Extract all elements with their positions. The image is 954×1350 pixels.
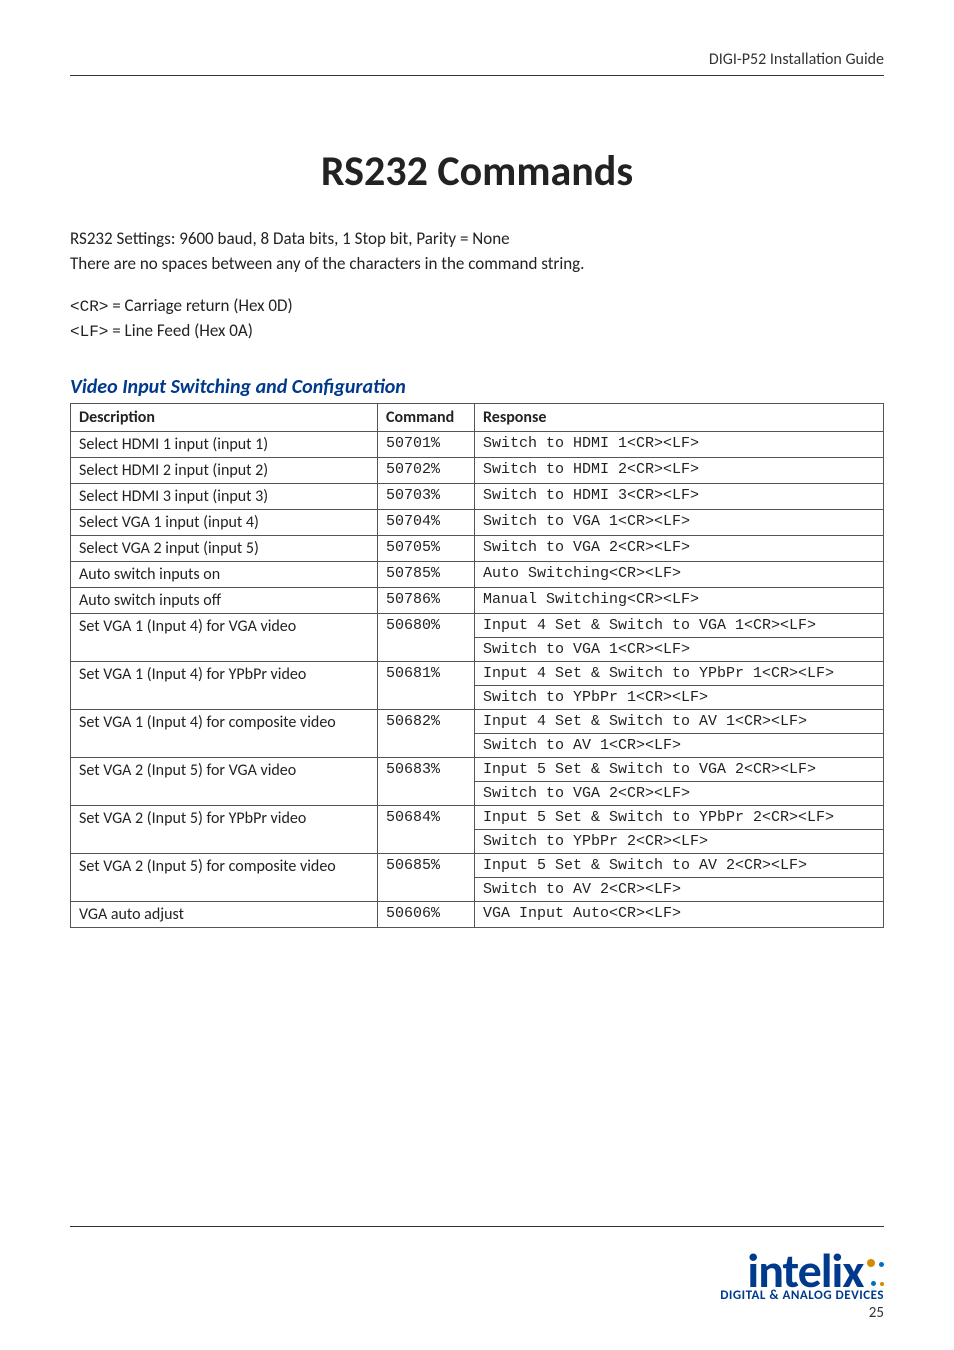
cell-command: 50704% — [378, 509, 475, 535]
footer-logo-block: intelix DIGITAL & ANALOG DEVICES 25 — [720, 1249, 884, 1322]
logo: intelix — [720, 1249, 884, 1292]
logo-subtitle: DIGITAL & ANALOG DEVICES — [720, 1288, 884, 1303]
cell-response: Switch to YPbPr 2<CR><LF> — [475, 829, 884, 853]
cell-response: Switch to HDMI 1<CR><LF> — [475, 431, 884, 457]
cell-response: Switch to YPbPr 1<CR><LF> — [475, 685, 884, 709]
table-row: Select HDMI 3 input (input 3)50703%Switc… — [71, 483, 884, 509]
cell-response: Input 5 Set & Switch to AV 2<CR><LF> — [475, 853, 884, 877]
cell-description: Select HDMI 3 input (input 3) — [71, 483, 378, 509]
cell-response: Input 5 Set & Switch to YPbPr 2<CR><LF> — [475, 805, 884, 829]
cell-description: Set VGA 1 (Input 4) for VGA video — [71, 613, 378, 661]
cell-description: Set VGA 1 (Input 4) for YPbPr video — [71, 661, 378, 709]
intro-block: RS232 Settings: 9600 baud, 8 Data bits, … — [70, 227, 884, 276]
table-row: Select VGA 2 input (input 5)50705%Switch… — [71, 535, 884, 561]
cell-command: 50684% — [378, 805, 475, 853]
table-row: Set VGA 1 (Input 4) for VGA video50680%I… — [71, 613, 884, 637]
table-header-row: Description Command Response — [71, 403, 884, 431]
cell-command: 50683% — [378, 757, 475, 805]
table-row: Set VGA 2 (Input 5) for composite video5… — [71, 853, 884, 877]
cell-response: Switch to HDMI 2<CR><LF> — [475, 457, 884, 483]
cell-command: 50681% — [378, 661, 475, 709]
intro-line-2: There are no spaces between any of the c… — [70, 252, 884, 277]
table-row: Select HDMI 2 input (input 2)50702%Switc… — [71, 457, 884, 483]
table-row: Set VGA 2 (Input 5) for VGA video50683%I… — [71, 757, 884, 781]
commands-table: Description Command Response Select HDMI… — [70, 403, 884, 928]
page-number: 25 — [720, 1304, 884, 1322]
cell-description: Set VGA 2 (Input 5) for composite video — [71, 853, 378, 901]
table-row: Select HDMI 1 input (input 1)50701%Switc… — [71, 431, 884, 457]
table-row: Set VGA 2 (Input 5) for YPbPr video50684… — [71, 805, 884, 829]
cell-response: Switch to VGA 2<CR><LF> — [475, 781, 884, 805]
cell-command: 50701% — [378, 431, 475, 457]
cell-description: Select VGA 2 input (input 5) — [71, 535, 378, 561]
doc-header: DIGI-P52 Installation Guide — [70, 50, 884, 75]
legend-block: <CR> = Carriage return (Hex 0D) <LF> = L… — [70, 294, 884, 344]
cell-response: Input 4 Set & Switch to VGA 1<CR><LF> — [475, 613, 884, 637]
cell-response: Input 4 Set & Switch to AV 1<CR><LF> — [475, 709, 884, 733]
cell-response: Switch to AV 1<CR><LF> — [475, 733, 884, 757]
page-title: RS232 Commands — [70, 146, 884, 197]
header-rule — [70, 75, 884, 76]
cell-command: 50685% — [378, 853, 475, 901]
legend-lf-code: <LF> — [70, 323, 108, 341]
cell-command: 50705% — [378, 535, 475, 561]
intro-line-1: RS232 Settings: 9600 baud, 8 Data bits, … — [70, 227, 884, 252]
cell-description: Auto switch inputs off — [71, 587, 378, 613]
cell-command: 50785% — [378, 561, 475, 587]
cell-command: 50786% — [378, 587, 475, 613]
cell-command: 50680% — [378, 613, 475, 661]
cell-description: Set VGA 2 (Input 5) for VGA video — [71, 757, 378, 805]
logo-dots-icon — [865, 1253, 884, 1291]
cell-command: 50682% — [378, 709, 475, 757]
th-description: Description — [71, 403, 378, 431]
th-command: Command — [378, 403, 475, 431]
cell-response: Switch to VGA 2<CR><LF> — [475, 535, 884, 561]
section-heading: Video Input Switching and Configuration — [70, 375, 884, 399]
cell-description: Auto switch inputs on — [71, 561, 378, 587]
cell-description: VGA auto adjust — [71, 901, 378, 927]
page: DIGI-P52 Installation Guide RS232 Comman… — [0, 0, 954, 1350]
cell-response: Switch to VGA 1<CR><LF> — [475, 509, 884, 535]
th-response: Response — [475, 403, 884, 431]
cell-command: 50703% — [378, 483, 475, 509]
cell-command: 50606% — [378, 901, 475, 927]
table-row: Auto switch inputs on50785%Auto Switchin… — [71, 561, 884, 587]
table-row: Auto switch inputs off50786%Manual Switc… — [71, 587, 884, 613]
table-row: Set VGA 1 (Input 4) for YPbPr video50681… — [71, 661, 884, 685]
cell-description: Set VGA 1 (Input 4) for composite video — [71, 709, 378, 757]
cell-response: Manual Switching<CR><LF> — [475, 587, 884, 613]
legend-cr: <CR> = Carriage return (Hex 0D) — [70, 294, 884, 319]
cell-response: Switch to AV 2<CR><LF> — [475, 877, 884, 901]
cell-description: Select HDMI 1 input (input 1) — [71, 431, 378, 457]
legend-cr-code: <CR> — [70, 298, 108, 316]
legend-lf-text: = Line Feed (Hex 0A) — [108, 320, 252, 341]
cell-response: Auto Switching<CR><LF> — [475, 561, 884, 587]
table-row: Set VGA 1 (Input 4) for composite video5… — [71, 709, 884, 733]
table-row: VGA auto adjust50606%VGA Input Auto<CR><… — [71, 901, 884, 927]
legend-lf: <LF> = Line Feed (Hex 0A) — [70, 319, 884, 344]
cell-response: Input 5 Set & Switch to VGA 2<CR><LF> — [475, 757, 884, 781]
cell-response: Switch to VGA 1<CR><LF> — [475, 637, 884, 661]
cell-response: VGA Input Auto<CR><LF> — [475, 901, 884, 927]
cell-response: Switch to HDMI 3<CR><LF> — [475, 483, 884, 509]
cell-description: Set VGA 2 (Input 5) for YPbPr video — [71, 805, 378, 853]
cell-description: Select HDMI 2 input (input 2) — [71, 457, 378, 483]
cell-response: Input 4 Set & Switch to YPbPr 1<CR><LF> — [475, 661, 884, 685]
footer-rule — [70, 1226, 884, 1227]
table-body: Select HDMI 1 input (input 1)50701%Switc… — [71, 431, 884, 927]
legend-cr-text: = Carriage return (Hex 0D) — [108, 295, 292, 316]
cell-command: 50702% — [378, 457, 475, 483]
table-row: Select VGA 1 input (input 4)50704%Switch… — [71, 509, 884, 535]
cell-description: Select VGA 1 input (input 4) — [71, 509, 378, 535]
